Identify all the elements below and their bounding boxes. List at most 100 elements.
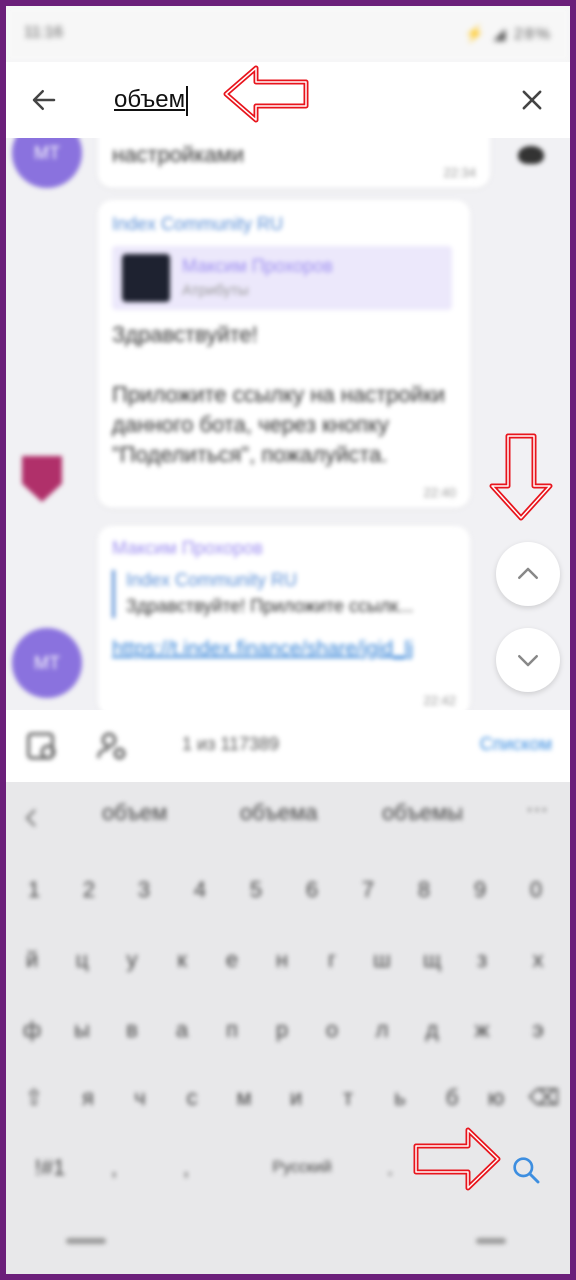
calendar-search-icon[interactable] [24,728,60,764]
key[interactable]: я [68,1076,108,1120]
message-text: настройками [112,142,244,167]
chevron-down-icon [518,655,538,667]
message-bubble[interactable]: настройками 22:34 [98,138,490,188]
quote-sub: Атрибуты [182,282,249,299]
shift-key[interactable]: ⇧ [14,1076,54,1120]
key[interactable]: ч [120,1076,160,1120]
reply-sender: Index Community RU [126,570,298,590]
key[interactable]: а [162,1008,202,1052]
quote-thumbnail [122,254,170,302]
message-link[interactable]: https://t.index.finance/share/jgid_lj [112,634,432,664]
key[interactable]: й [12,938,52,982]
key[interactable]: в [112,1008,152,1052]
key[interactable]: к [162,938,202,982]
key[interactable]: 1 [14,868,54,912]
mic-key[interactable]: , [94,1146,134,1190]
message-time: 22:40 [423,485,456,500]
key[interactable]: 0 [516,868,556,912]
message-sender: Максим Прохоров [112,538,263,558]
chevron-left-icon[interactable] [20,804,44,832]
keyboard-search-button[interactable] [498,1142,554,1198]
suggestion[interactable]: объем [102,800,167,826]
key[interactable]: п [212,1008,252,1052]
list-view-button[interactable]: Списком [480,734,552,755]
key[interactable]: 6 [292,868,332,912]
reply-text: Здравствуйте! Приложите ссылк... [126,596,414,616]
key[interactable]: 2 [69,868,109,912]
message-bubble[interactable]: Максим Прохоров Index Community RU Здрав… [98,526,470,710]
key[interactable]: е [212,938,252,982]
status-bar: 11:16 ⚡ ◢ 28% [6,6,570,62]
message-bubble[interactable]: Index Community RU Максим Прохоров Атриб… [98,200,470,508]
quoted-message: Максим Прохоров Атрибуты [112,246,452,310]
avatar: MT [12,628,82,698]
more-suggestions-icon[interactable]: ··· [526,796,548,822]
comma-key[interactable]: , [166,1146,206,1190]
quote-sender: Максим Прохоров [182,256,333,276]
message-time: 22:34 [443,165,476,180]
key[interactable]: х [518,938,558,982]
suggestion[interactable]: объема [240,800,317,826]
symbols-key[interactable]: !#1 [20,1146,80,1190]
key[interactable]: ы [62,1008,102,1052]
key[interactable]: щ [412,938,452,982]
phone-screen: 11:16 ⚡ ◢ 28% объем MT настройками 22:34 [6,6,570,1274]
annotation-arrow-left-icon [223,65,309,123]
results-count: 1 из 117389 [182,734,280,754]
clear-search-button[interactable] [510,78,554,122]
status-time: 11:16 [24,24,63,41]
key[interactable]: 8 [404,868,444,912]
avatar: MT [12,138,82,188]
previous-result-button[interactable] [496,542,560,606]
key[interactable]: т [328,1076,368,1120]
key[interactable]: 5 [236,868,276,912]
key[interactable]: ц [62,938,102,982]
status-icons: ⚡ ◢ 28% [464,26,552,43]
message-text: Здравствуйте! Приложите ссылку на настро… [112,322,445,467]
user-search-icon[interactable] [94,728,130,764]
key[interactable]: 3 [124,868,164,912]
share-icon[interactable] [518,146,544,164]
reply-bar [112,570,115,618]
annotation-arrow-down-icon [489,433,553,521]
keyboard-hide-handle[interactable] [66,1238,106,1244]
backspace-key[interactable]: ⌫ [524,1076,564,1120]
key[interactable]: ш [362,938,402,982]
key[interactable]: з [462,938,502,982]
keyboard: объем объема объемы ··· 1 2 3 4 5 6 7 8 … [6,782,570,1274]
key[interactable]: э [518,1008,558,1052]
message-sender: Index Community RU [112,214,284,234]
text-caret [186,85,189,116]
key[interactable]: и [276,1076,316,1120]
chevron-up-icon [518,567,538,579]
key[interactable]: м [224,1076,264,1120]
key[interactable]: с [172,1076,212,1120]
key[interactable]: н [262,938,302,982]
search-query-text: объем [114,86,186,113]
key[interactable]: 4 [180,868,220,912]
key[interactable]: д [412,1008,452,1052]
key[interactable]: ф [12,1008,52,1052]
key[interactable]: ю [476,1076,516,1120]
key[interactable]: л [362,1008,402,1052]
key[interactable]: б [432,1076,472,1120]
key[interactable]: у [112,938,152,982]
key[interactable]: г [312,938,352,982]
close-icon [522,90,542,110]
message-time: 22:42 [423,693,456,708]
key[interactable]: о [312,1008,352,1052]
key[interactable]: 9 [460,868,500,912]
arrow-left-icon [32,90,56,110]
suggestion[interactable]: объемы [382,800,463,826]
annotation-arrow-right-icon [413,1127,501,1191]
key[interactable]: ж [462,1008,502,1052]
space-key[interactable]: Русский [242,1146,362,1190]
period-key[interactable]: . [370,1146,410,1190]
key[interactable]: 7 [348,868,388,912]
next-result-button[interactable] [496,628,560,692]
keyboard-switch-handle[interactable] [476,1238,506,1244]
back-button[interactable] [22,78,66,122]
chat-messages: MT настройками 22:34 Index Community RU … [6,138,570,710]
key[interactable]: ь [380,1076,420,1120]
key[interactable]: р [262,1008,302,1052]
